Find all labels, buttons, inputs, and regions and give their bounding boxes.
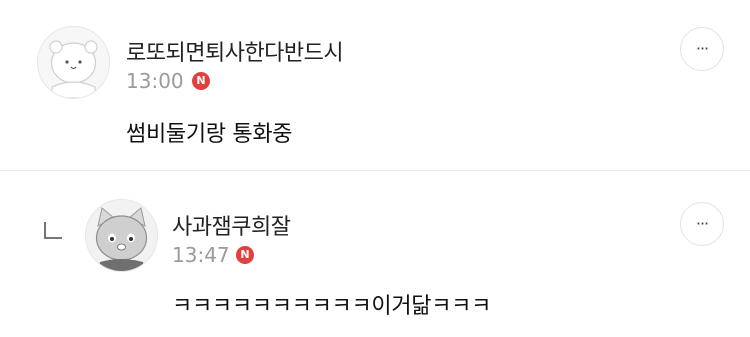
more-options-button[interactable]: ··· — [680, 202, 724, 246]
author-name[interactable]: 로또되면퇴사한다반드시 — [126, 35, 344, 67]
comment-item: 로또되면퇴사한다반드시 13:00 N 썸비둘기랑 통화중 ··· — [0, 0, 750, 170]
timestamp: 13:47 — [172, 243, 230, 267]
cat-face-avatar-icon — [86, 200, 157, 271]
timestamp: 13:00 — [126, 69, 184, 93]
comment-text: 썸비둘기랑 통화중 — [126, 122, 293, 147]
reply-comment-item: 사과잼쿠희잘 13:47 N ㅋㅋㅋㅋㅋㅋㅋㅋㅋㅋ이거닮ㅋㅋㅋ ··· — [0, 171, 750, 337]
more-options-button[interactable]: ··· — [680, 27, 724, 71]
new-badge: N — [192, 72, 210, 90]
avatar[interactable] — [37, 26, 110, 99]
author-name[interactable]: 사과잼쿠희잘 — [172, 209, 291, 241]
comment-text: ㅋㅋㅋㅋㅋㅋㅋㅋㅋㅋ이거닮ㅋㅋㅋ — [172, 294, 492, 319]
new-badge: N — [236, 246, 254, 264]
reply-arrow-icon — [44, 222, 62, 239]
bear-face-avatar-icon — [38, 27, 109, 98]
avatar[interactable] — [85, 199, 158, 272]
